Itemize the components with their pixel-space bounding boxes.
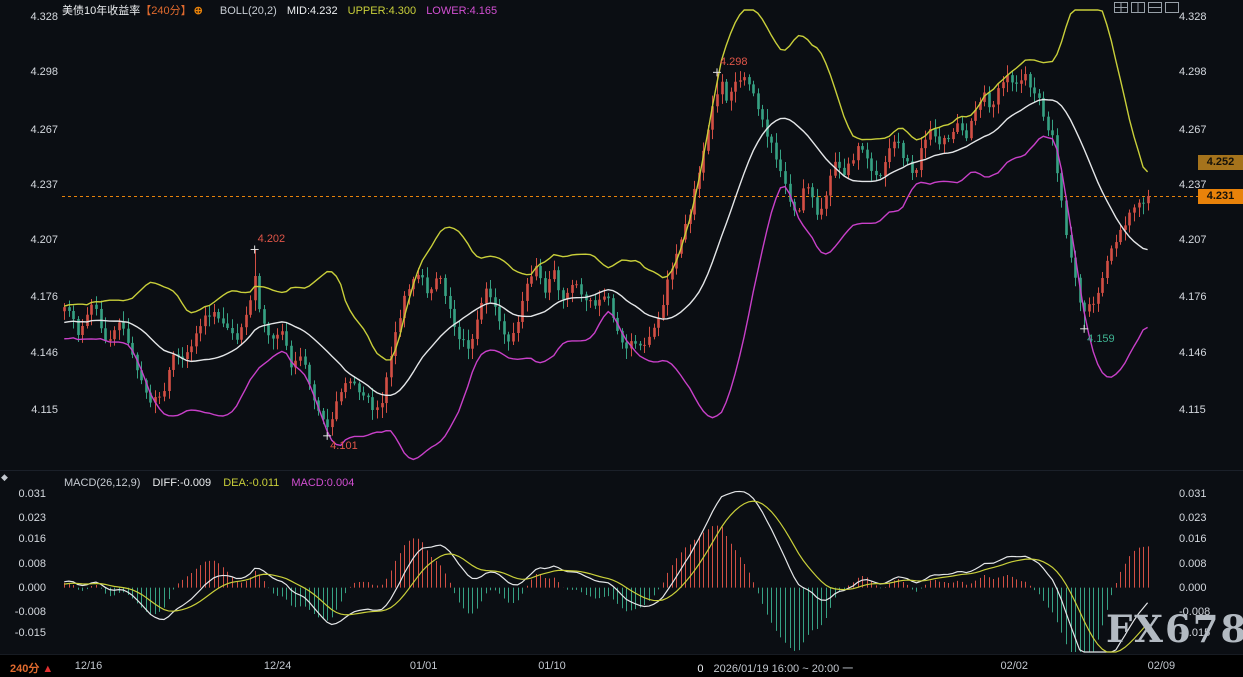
date-label: 0 2026/01/19 16:00 ~ 20:00 一 <box>697 660 853 676</box>
date-text: 2026/01/19 16:00 ~ 20:00 一 <box>714 663 854 675</box>
boll-lower-value: LOWER:4.165 <box>426 5 497 17</box>
add-indicator-icon[interactable]: ⊕ <box>194 5 203 17</box>
macd-pane-header: MACD(26,12,9) DIFF:-0.009 DEA:-0.011 MAC… <box>64 477 363 489</box>
macd-macd-value: MACD:0.004 <box>291 477 354 489</box>
boll-upper-value: UPPER:4.300 <box>348 5 416 17</box>
date-labels-row: 12/16 12/24 01/01 01/10 0 2026/01/19 16:00 ~ … <box>0 655 1243 677</box>
timeframe-label: 【240分】 <box>140 5 191 17</box>
date-label: 12/24 <box>264 660 292 672</box>
time-axis-strip: 240分▲ 12/1612/2401/0101/1002026/01/19 16… <box>0 654 1243 677</box>
layout-maximize-icon[interactable] <box>1165 2 1179 13</box>
date-text: 02/02 <box>1001 660 1029 672</box>
date-text: 01/10 <box>538 660 566 672</box>
high-price-badge: 4.252 <box>1198 155 1243 170</box>
date-label: 01/01 <box>410 660 438 672</box>
date-text: 02/09 <box>1148 660 1176 672</box>
date-label: 01/10 <box>538 660 566 672</box>
layout-rows-icon[interactable] <box>1148 2 1162 13</box>
boll-indicator-name: BOLL(20,2) <box>220 5 277 17</box>
session-flag: 0 <box>697 663 703 675</box>
date-text: 12/24 <box>264 660 292 672</box>
date-label: 02/02 <box>1001 660 1029 672</box>
layout-grid-icon[interactable] <box>1114 2 1128 13</box>
trading-chart-app: 美债10年收益率【240分】⊕ BOLL(20,2) MID:4.232 UPP… <box>0 0 1243 677</box>
current-price-badge: 4.231 <box>1198 189 1243 204</box>
layout-columns-icon[interactable] <box>1131 2 1145 13</box>
date-label: 02/09 <box>1148 660 1176 672</box>
price-pane-header: 美债10年收益率【240分】⊕ BOLL(20,2) MID:4.232 UPP… <box>62 2 504 18</box>
date-text: 12/16 <box>75 660 103 672</box>
pane-resize-handle-icon[interactable]: ◆ <box>1 472 8 483</box>
date-text: 01/01 <box>410 660 438 672</box>
date-label: 12/16 <box>75 660 103 672</box>
window-controls <box>1114 2 1179 13</box>
macd-diff-value: DIFF:-0.009 <box>152 477 211 489</box>
fx678-watermark: FX678 <box>1106 607 1243 651</box>
candlestick-chart-canvas[interactable] <box>0 0 1243 677</box>
macd-indicator-name: MACD(26,12,9) <box>64 477 140 489</box>
boll-mid-value: MID:4.232 <box>287 5 338 17</box>
macd-dea-value: DEA:-0.011 <box>223 477 279 489</box>
instrument-title: 美债10年收益率 <box>62 5 140 17</box>
